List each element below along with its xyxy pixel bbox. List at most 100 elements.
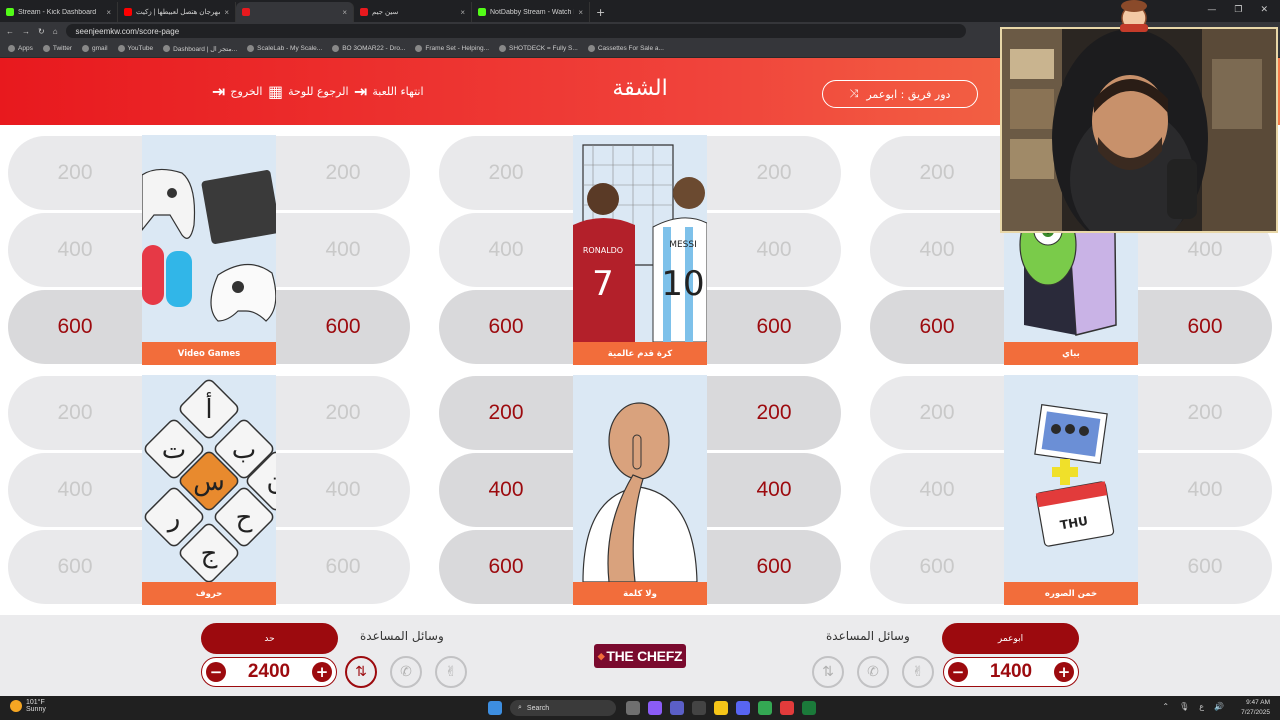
back-icon[interactable]: ← [6, 27, 14, 36]
microphone-icon[interactable]: 🎙 [1179, 702, 1189, 711]
points-button-left: 400 [439, 213, 573, 287]
points-button-left: 200 [8, 376, 142, 450]
ronaldo-jersey-number: 7 [592, 264, 614, 304]
bookmark-item[interactable]: Twitter [42, 45, 72, 52]
score-footer: حد وسائل المساعدة − 2400 + ⇅ ✆ ✌ ◆ THE C… [0, 615, 1280, 696]
bookmark-item[interactable]: YouTube [117, 45, 154, 52]
points-button-right: 200 [1138, 376, 1272, 450]
teams-icon[interactable] [670, 701, 684, 715]
bookmark-item[interactable]: SHOTDECK = Fully S... [499, 45, 578, 52]
points-button-left[interactable]: 200 [439, 376, 573, 450]
exit-button[interactable]: ⇥ الخروج [212, 82, 262, 101]
plus-button-left[interactable]: + [312, 662, 332, 682]
sponsor-logo: ◆ THE CHEFZ [594, 644, 686, 668]
team-name-right[interactable]: ابوعمر [942, 623, 1079, 654]
task-view-icon[interactable] [626, 701, 640, 715]
points-button-left[interactable]: 400 [439, 453, 573, 527]
keyboard-language[interactable]: ع [1199, 702, 1204, 711]
swap-aid-left[interactable]: ⇅ [345, 656, 377, 688]
taskbar-search[interactable]: ⌕ Search [510, 700, 616, 716]
aids-label-right: وسائل المساعدة [826, 629, 910, 643]
category-card: أ ب ت س ن ر ح ج حروف [142, 375, 276, 605]
address-bar[interactable]: seenjeemkw.com/score-page [65, 24, 966, 38]
back-to-board-label: الرجوع للوحة [288, 85, 349, 98]
double-aid-left[interactable]: ✌ [435, 656, 467, 688]
chrome-icon[interactable] [758, 701, 772, 715]
window-controls: — ❐ ✕ [1207, 0, 1280, 20]
call-aid-right[interactable]: ✆ [857, 656, 889, 688]
excel-icon[interactable] [802, 701, 816, 715]
points-button-right[interactable]: 600 [1138, 290, 1272, 364]
plus-button-right[interactable]: + [1054, 662, 1074, 682]
close-tab-icon[interactable]: × [106, 8, 111, 17]
turn-indicator[interactable]: ⤨ دور فريق : ابوعمر [822, 80, 978, 108]
category-label: بباي [1004, 342, 1138, 365]
taskbar-clock[interactable]: 9:47 AM 7/27/2025 [1241, 698, 1270, 718]
team-name-left[interactable]: حد [201, 623, 338, 654]
speaker-icon[interactable]: 🔊 [1214, 702, 1224, 711]
app-icon[interactable] [780, 701, 794, 715]
windows-start-icon[interactable] [488, 701, 502, 715]
forward-icon[interactable]: → [22, 27, 30, 36]
close-window-button[interactable]: ✕ [1260, 5, 1268, 15]
back-to-board-button[interactable]: ▦ الرجوع للوحة [268, 82, 349, 101]
bookmark-item[interactable]: gmail [81, 45, 108, 52]
minus-button-left[interactable]: − [206, 662, 226, 682]
letter-tile: ب [232, 435, 256, 465]
points-button-right[interactable]: 600 [707, 290, 841, 364]
close-tab-icon[interactable]: × [342, 8, 347, 17]
double-aid-right[interactable]: ✌ [902, 656, 934, 688]
bookmark-item[interactable]: Frame Set - Helping... [415, 45, 489, 52]
browser-tab[interactable]: سين جيم × [354, 2, 472, 22]
browser-tab[interactable]: × [236, 2, 354, 22]
reload-icon[interactable]: ↻ [38, 27, 45, 36]
bookmark-label: Apps [18, 45, 33, 52]
minus-button-right[interactable]: − [948, 662, 968, 682]
grid-icon: ▦ [268, 82, 284, 101]
points-button-left: 200 [870, 136, 1004, 210]
points-button-left[interactable]: 600 [439, 530, 573, 604]
points-button-left: 600 [870, 530, 1004, 604]
end-game-button[interactable]: ⇥ انتهاء اللعبة [354, 82, 424, 101]
close-tab-icon[interactable]: × [578, 8, 583, 17]
close-tab-icon[interactable]: × [460, 8, 465, 17]
bookmark-item[interactable]: Apps [8, 45, 33, 52]
tab-favicon-icon [242, 8, 250, 16]
maximize-button[interactable]: ❐ [1234, 5, 1242, 15]
weather-widget[interactable]: 101°F Sunny [10, 699, 46, 713]
swap-aid-right[interactable]: ⇅ [812, 656, 844, 688]
category-card: RONALDO 7 MESSI 10 كرة قدم عالمية [573, 135, 707, 365]
points-button-right[interactable]: 600 [276, 290, 410, 364]
browser-tab[interactable]: مهرجان هتصل لعبيطها | زكيت × [118, 2, 236, 22]
app-icon[interactable] [692, 701, 706, 715]
discord-icon[interactable] [736, 701, 750, 715]
bookmark-item[interactable]: Dashboard | متجر ال... [163, 45, 237, 53]
call-aid-left[interactable]: ✆ [390, 656, 422, 688]
minimize-button[interactable]: — [1207, 5, 1216, 15]
browser-tab[interactable]: NotDabby Stream - Watch Liv × [472, 2, 590, 22]
points-button-left[interactable]: 600 [439, 290, 573, 364]
bookmark-item[interactable]: BO 3OMAR22 - Dro... [332, 45, 405, 52]
category-card: ولا كلمة [573, 375, 707, 605]
file-explorer-icon[interactable] [714, 701, 728, 715]
points-button-right[interactable]: 200 [707, 376, 841, 450]
bookmark-item[interactable]: Cassettes For Sale a... [587, 45, 664, 52]
points-button-left[interactable]: 600 [8, 290, 142, 364]
close-tab-icon[interactable]: × [224, 8, 229, 17]
letter-tile: ن [266, 467, 276, 497]
phone-icon: ✆ [400, 664, 412, 680]
points-button-right[interactable]: 600 [707, 530, 841, 604]
clock-date: 7/27/2025 [1241, 709, 1270, 716]
points-button-right: 600 [276, 530, 410, 604]
points-button-right[interactable]: 400 [707, 453, 841, 527]
browser-tab[interactable]: Stream - Kick Dashboard × [0, 2, 118, 22]
bookmark-label: YouTube [127, 45, 154, 52]
home-icon[interactable]: ⌂ [53, 27, 58, 36]
bookmark-item[interactable]: ScaleLab - My Scale... [247, 45, 322, 52]
bookmark-favicon-icon [332, 45, 340, 52]
points-button-left[interactable]: 600 [870, 290, 1004, 364]
new-tab-button[interactable]: + [590, 2, 611, 22]
chevron-up-icon[interactable]: ⌃ [1162, 702, 1169, 711]
copilot-icon[interactable] [648, 701, 662, 715]
bookmark-label: ScaleLab - My Scale... [257, 45, 323, 52]
